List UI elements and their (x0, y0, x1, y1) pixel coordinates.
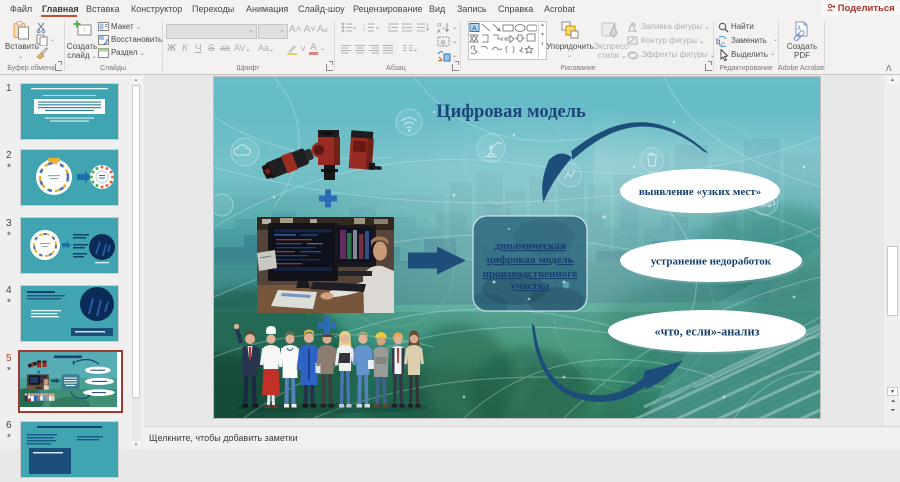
svg-text:А: А (437, 29, 441, 33)
svg-text:˅: ˅ (300, 44, 306, 55)
svg-text:2: 2 (363, 26, 366, 31)
svg-text:производственного: производственного (483, 268, 578, 280)
svg-text:устранение недоработок: устранение недоработок (651, 256, 772, 268)
svg-text:ф: ф (441, 40, 446, 46)
svg-text:A: A (472, 26, 477, 33)
svg-text:динамическая: динамическая (494, 240, 565, 252)
svg-text:участка: участка (510, 280, 550, 292)
svg-text:цифровая модель: цифровая модель (487, 254, 574, 266)
svg-text:Цифровая модель: Цифровая модель (436, 102, 586, 122)
svg-text:«что, если»-анализ: «что, если»-анализ (655, 325, 760, 339)
svg-text:выявление «узких мест»: выявление «узких мест» (639, 186, 761, 198)
